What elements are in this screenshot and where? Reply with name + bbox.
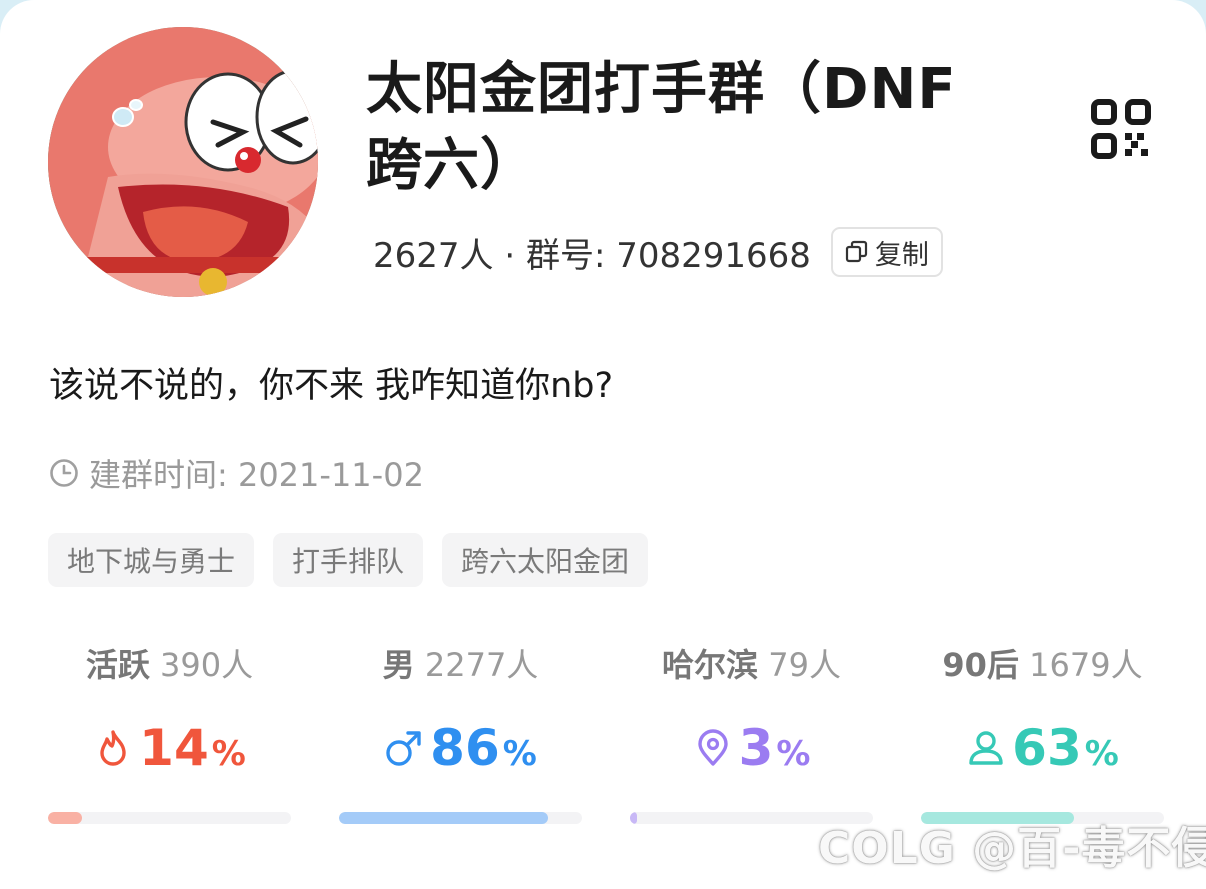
stat-label: 90后 1679人 — [921, 640, 1164, 686]
stat-value: 86 % — [339, 720, 582, 776]
group-profile-card: 太阳金团打手群（DNF跨六） 2627人 · 群号: 708291668 复制 … — [0, 0, 1206, 889]
stat-percent: 14 — [139, 719, 209, 777]
frame-corner-right — [1166, 0, 1206, 40]
stat-label: 男 2277人 — [339, 640, 582, 686]
stat-count: 79人 — [768, 646, 841, 684]
stat-value: 63 % — [921, 720, 1164, 776]
stat-key: 90后 — [942, 646, 1019, 684]
avatar-image — [48, 27, 318, 297]
stat-progress-fill — [339, 812, 548, 824]
stat-count: 2277人 — [424, 646, 539, 684]
stat-count: 390人 — [160, 646, 254, 684]
stat-unit: % — [776, 734, 811, 774]
stat-progress-bar — [339, 812, 582, 824]
group-description: 该说不说的，你不来 我咋知道你nb? — [49, 366, 614, 406]
flame-icon — [100, 730, 126, 766]
created-date: 建群时间: 2021-11-02 — [89, 456, 424, 494]
stat-percent: 63 — [1012, 719, 1082, 777]
stat-label: 活跃 390人 — [48, 640, 291, 686]
stat-percent: 86 — [430, 719, 500, 777]
stat-unit: % — [211, 734, 246, 774]
stat-unit: % — [502, 734, 537, 774]
stat-age: 90后 1679人 63 % — [921, 632, 1164, 832]
stat-key: 男 — [382, 646, 415, 684]
stat-value: 14 % — [48, 720, 291, 776]
group-avatar[interactable] — [48, 27, 318, 297]
stat-unit: % — [1084, 734, 1119, 774]
stat-location: 哈尔滨 79人 3 % — [630, 632, 873, 832]
stat-percent: 3 — [738, 719, 774, 777]
qr-code-icon — [1091, 99, 1151, 159]
stat-male: 男 2277人 86 % — [339, 632, 582, 832]
clock-icon — [50, 459, 78, 487]
stat-progress-fill — [630, 812, 638, 824]
stat-progress-bar — [48, 812, 291, 824]
location-pin-icon — [697, 729, 728, 766]
stat-key: 活跃 — [85, 646, 150, 684]
copy-group-number-button[interactable]: 复制 — [830, 227, 943, 277]
copy-label: 复制 — [874, 239, 929, 271]
stat-count: 1679人 — [1029, 646, 1143, 684]
group-name: 太阳金团打手群（DNF跨六） — [366, 57, 957, 198]
stat-key: 哈尔滨 — [662, 646, 759, 684]
qr-code-button[interactable] — [1090, 98, 1152, 160]
tag-item[interactable]: 跨六太阳金团 — [442, 533, 649, 587]
copy-icon — [845, 240, 868, 263]
member-count-and-group-number: 2627人 · 群号: 708291668 — [373, 235, 811, 276]
watermark-text: COLG @百-毒不侵 — [818, 823, 1206, 874]
frame-corner-left — [0, 0, 40, 40]
tag-item[interactable]: 打手排队 — [273, 533, 424, 587]
group-meta-row: 2627人 · 群号: 708291668 复制 — [373, 226, 943, 278]
stat-active: 活跃 390人 14 % — [48, 632, 291, 832]
stat-label: 哈尔滨 79人 — [630, 640, 873, 686]
member-stats: 活跃 390人 14 % 男 2277人 86 % 哈尔滨 79人 3 % 90… — [48, 632, 1166, 832]
stat-progress-fill — [48, 812, 83, 824]
created-date-row: 建群时间: 2021-11-02 — [49, 450, 424, 496]
tag-list: 地下城与勇士 打手排队 跨六太阳金团 — [48, 533, 649, 587]
stat-value: 3 % — [630, 720, 873, 776]
tag-item[interactable]: 地下城与勇士 — [48, 533, 255, 587]
user-icon — [969, 731, 1003, 765]
male-icon — [386, 731, 421, 766]
